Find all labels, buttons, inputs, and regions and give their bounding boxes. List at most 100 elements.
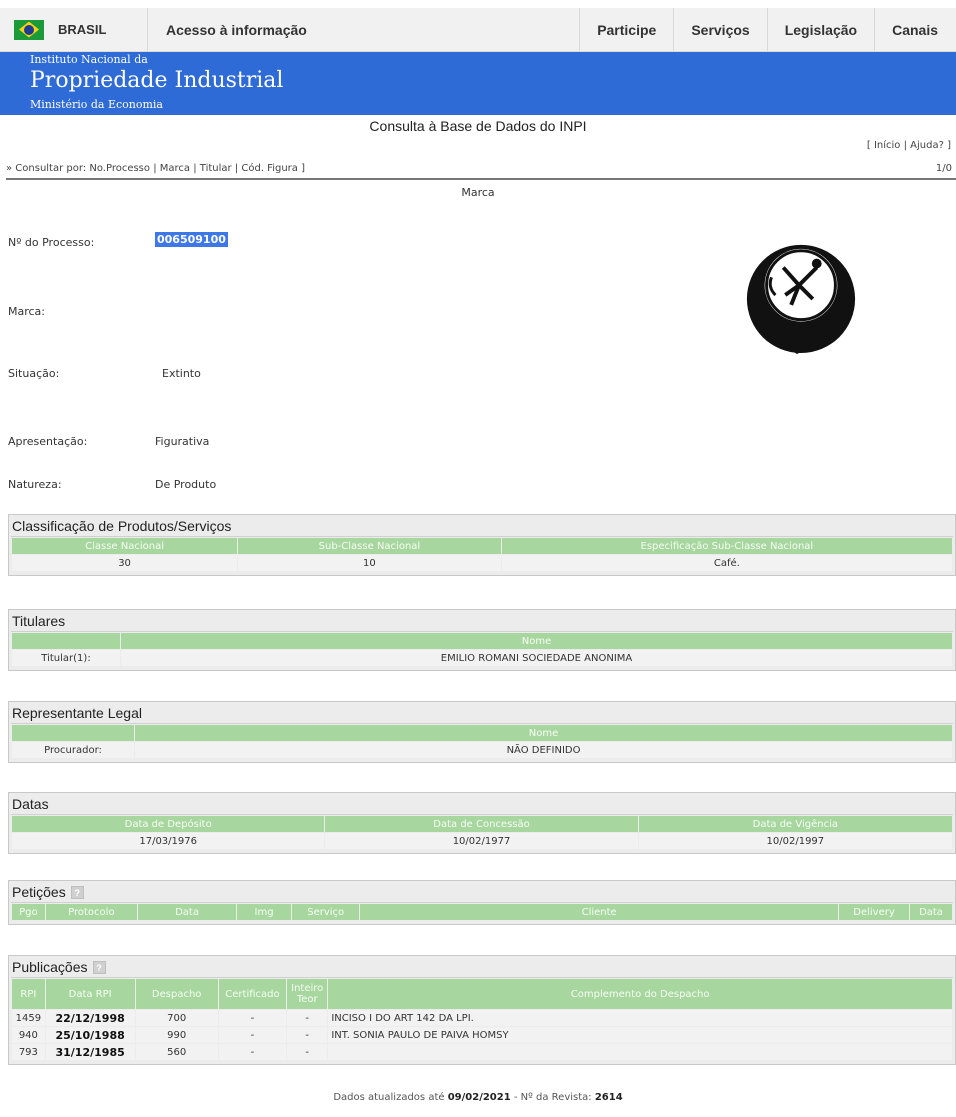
consult-marca-link[interactable]: Marca <box>160 163 190 174</box>
peticoes-title-row: Petições ? <box>11 881 953 903</box>
representante-header-blank <box>12 725 135 741</box>
peticoes-header: Pgo <box>12 904 45 920</box>
processo-value[interactable]: 006509100 <box>155 232 228 247</box>
titulares-header-blank <box>12 633 120 649</box>
acesso-informacao-link[interactable]: Acesso à informação <box>148 22 579 38</box>
participe-link[interactable]: Participe <box>579 8 673 51</box>
peticoes-header: Data <box>910 904 952 920</box>
inicio-link[interactable]: Início <box>874 140 900 151</box>
titular-name-cell: EMILIO ROMANI SOCIEDADE ANONIMA <box>120 650 952 666</box>
consult-prefix: » Consultar por: <box>6 163 90 174</box>
help-icon[interactable]: ? <box>70 885 84 899</box>
footer-update-info: Dados atualizados até 09/02/2021 - Nº da… <box>0 1092 956 1103</box>
inteiro-teor-cell: - <box>287 1044 328 1060</box>
datas-header: Data de Depósito <box>12 816 325 832</box>
table-row: 793 31/12/1985 560 - - <box>12 1044 952 1060</box>
complemento-cell: INCISO I DO ART 142 DA LPI. <box>328 1010 952 1026</box>
rpi-date-link[interactable]: 25/10/1988 <box>55 1029 124 1042</box>
brasil-link[interactable]: BRASIL <box>0 8 148 51</box>
despacho-cell[interactable]: 560 <box>135 1044 218 1060</box>
classificacao-header: Classe Nacional <box>12 538 238 554</box>
peticoes-header: Serviço <box>292 904 360 920</box>
rpi-date-link[interactable]: 31/12/1985 <box>55 1046 124 1059</box>
consult-close: ] <box>297 163 305 174</box>
consult-sep-2: | <box>190 163 200 174</box>
top-links: [ Início | Ajuda? ] <box>867 140 951 151</box>
certificado-cell: - <box>218 1010 287 1026</box>
certificado-cell: - <box>218 1027 287 1043</box>
divider <box>6 178 956 180</box>
classificacao-header: Especificação Sub-Classe Nacional <box>501 538 952 554</box>
especificacao-cell: Café. <box>501 555 952 571</box>
rpi-date-cell[interactable]: 22/12/1998 <box>45 1010 135 1026</box>
publicacoes-header: RPI <box>12 979 45 1009</box>
table-row: Procurador: NÃO DEFINIDO <box>12 742 952 758</box>
peticoes-table: Pgo Protocolo Data Img Serviço Cliente D… <box>11 903 953 921</box>
page-count: 1/0 <box>935 163 952 174</box>
marca-label: Marca: <box>8 305 46 318</box>
datas-header: Data de Vigência <box>638 816 952 832</box>
banner-ministerio: Ministério da Economia <box>30 98 163 111</box>
peticoes-header: Img <box>237 904 292 920</box>
rpi-date-cell[interactable]: 31/12/1985 <box>45 1044 135 1060</box>
titulares-header: Nome <box>120 633 952 649</box>
complemento-cell <box>328 1044 952 1060</box>
apresentacao-value: Figurativa <box>155 435 210 448</box>
certificado-cell: - <box>218 1044 287 1060</box>
publicacoes-box: Publicações ? RPI Data RPI Despacho Cert… <box>8 955 956 1065</box>
natureza-value: De Produto <box>155 478 217 491</box>
servicos-link[interactable]: Serviços <box>673 8 766 51</box>
footer-revista: 2614 <box>594 1092 623 1103</box>
ajuda-link[interactable]: Ajuda? <box>910 140 944 151</box>
representante-title: Representante Legal <box>11 702 953 724</box>
consult-sep-3: | <box>231 163 242 174</box>
subclasse-cell: 10 <box>238 555 501 571</box>
brasil-label: BRASIL <box>58 22 107 37</box>
publicacoes-table: RPI Data RPI Despacho Certificado Inteir… <box>11 978 953 1061</box>
classificacao-header: Sub-Classe Nacional <box>238 538 501 554</box>
complemento-cell: INT. SONIA PAULO DE PAIVA HOMSY <box>328 1027 952 1043</box>
table-row: Titular(1): EMILIO ROMANI SOCIEDADE ANON… <box>12 650 952 666</box>
peticoes-header: Data <box>138 904 237 920</box>
page-title: Consulta à Base de Dados do INPI <box>369 118 587 134</box>
datas-title: Datas <box>11 793 953 815</box>
datas-header: Data de Concessão <box>325 816 638 832</box>
footer-date: 09/02/2021 <box>447 1092 511 1103</box>
rpi-date-link[interactable]: 22/12/1998 <box>55 1012 124 1025</box>
trademark-figure-image <box>746 244 856 355</box>
footer-prefix: Dados atualizados até <box>333 1092 448 1103</box>
rpi-cell: 1459 <box>12 1010 45 1026</box>
inpi-banner[interactable]: Instituto Nacional da Propriedade Indust… <box>0 52 956 115</box>
procurador-label-cell: Procurador: <box>12 742 135 758</box>
consult-titular-link[interactable]: Titular <box>200 163 232 174</box>
help-icon[interactable]: ? <box>92 960 106 974</box>
classe-nacional-cell: 30 <box>12 555 238 571</box>
publicacoes-header: Data RPI <box>45 979 135 1009</box>
peticoes-title: Petições <box>12 884 66 900</box>
publicacoes-header: Complemento do Despacho <box>328 979 952 1009</box>
canais-link[interactable]: Canais <box>874 8 956 51</box>
table-row: 30 10 Café. <box>12 555 952 571</box>
datas-box: Datas Data de Depósito Data de Concessão… <box>8 792 956 854</box>
despacho-cell[interactable]: 700 <box>135 1010 218 1026</box>
procurador-name-cell: NÃO DEFINIDO <box>135 742 952 758</box>
processo-number[interactable]: 006509100 <box>155 232 228 247</box>
publicacoes-title-row: Publicações ? <box>11 956 953 978</box>
data-concessao-cell: 10/02/1977 <box>325 833 638 849</box>
classificacao-box: Classificação de Produtos/Serviços Class… <box>8 514 956 576</box>
titulares-table: Nome Titular(1): EMILIO ROMANI SOCIEDADE… <box>11 632 953 667</box>
consult-figura-link[interactable]: Cód. Figura <box>241 163 298 174</box>
despacho-cell[interactable]: 990 <box>135 1027 218 1043</box>
datas-table: Data de Depósito Data de Concessão Data … <box>11 815 953 850</box>
titulares-box: Titulares Nome Titular(1): EMILIO ROMANI… <box>8 609 956 671</box>
consult-processo-link[interactable]: No.Processo <box>89 163 150 174</box>
natureza-label: Natureza: <box>8 478 62 491</box>
peticoes-box: Petições ? Pgo Protocolo Data Img Serviç… <box>8 880 956 925</box>
rpi-date-cell[interactable]: 25/10/1988 <box>45 1027 135 1043</box>
inteiro-teor-cell: - <box>287 1010 328 1026</box>
gov-top-bar: BRASIL Acesso à informação Participe Ser… <box>0 8 956 52</box>
publicacoes-header: Certificado <box>218 979 287 1009</box>
brazil-flag-icon <box>14 19 44 40</box>
legislacao-link[interactable]: Legislação <box>766 8 874 51</box>
table-row: 940 25/10/1988 990 - - INT. SONIA PAULO … <box>12 1027 952 1043</box>
